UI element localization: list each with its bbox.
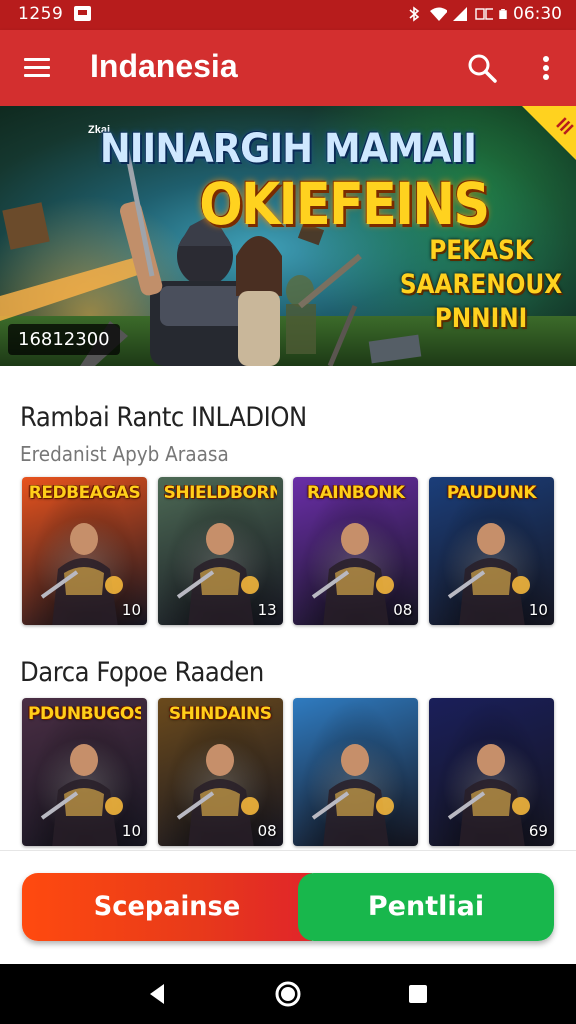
game-logo: PAUDUNK [446,485,537,502]
left-cta-label: Scepainse [93,891,241,922]
more-vert-icon[interactable] [536,52,556,84]
status-clock: 06:30 [513,4,562,24]
game-badge: 13 [257,601,277,619]
section-subtitle: Eredanist Apyb Araasa [20,442,229,466]
game-logo: PDUNBUGOS [28,706,141,723]
app-bar: Indanesia [0,30,576,106]
banner-counter: 16812300 [8,324,120,355]
game-badge: 10 [121,601,141,619]
status-time: 1259 [18,4,64,24]
game-card[interactable]: SHIELDBORN 13 [157,477,283,625]
promo-line: PEKASK [429,235,533,266]
recents-icon[interactable] [402,978,434,1010]
bottom-divider [0,850,576,851]
game-grid-2: PDUNBUGOS 10 SHINDAINS 08 69 [22,698,554,846]
section-title: Rambai Rantc INLADION [20,402,307,433]
game-grid-1: REDBEAGAS 10 SHIELDBORN 13 RAINBONK 08 PAUDUNK… [22,477,554,625]
game-logo: REDBEAGAS [28,485,141,502]
promo-line: PNNINI [434,303,528,334]
game-card[interactable]: REDBEAGAS 10 [22,477,147,625]
notification-icon [74,6,91,21]
status-icons: 06:30 [406,4,562,24]
cta-button-group: Scepainse Pentliai [22,873,554,941]
game-logo: SHIELDBORN [163,485,277,502]
promo-line: SAARENOUX [399,269,563,300]
status-bar: 1259 06:30 [0,0,576,30]
game-card[interactable]: PAUDUNK 10 [428,477,554,625]
home-icon[interactable] [272,978,304,1010]
game-badge: 08 [393,601,413,619]
left-cta-button[interactable]: Scepainse [22,873,312,941]
system-nav-bar [0,964,576,1024]
game-badge: 08 [257,822,277,840]
wifi-icon [430,7,447,21]
back-icon[interactable] [142,978,174,1010]
search-icon[interactable] [466,52,498,84]
app-title: Indanesia [90,48,238,84]
game-logo: SHINDAINS [168,706,272,723]
banner-subheadline: OKIEFEINS [199,170,490,238]
menu-icon[interactable] [24,56,52,80]
hero-figure [312,744,395,846]
banner-promo: PEKASK SAARENOUX PNNINI [399,234,562,336]
signal-icon [453,7,467,21]
game-card[interactable] [293,698,419,846]
game-badge: 69 [528,822,548,840]
right-cta-label: Pentliai [367,891,485,922]
game-card[interactable]: SHINDAINS 08 [157,698,283,846]
game-card[interactable]: RAINBONK 08 [293,477,419,625]
game-card[interactable]: PDUNBUGOS 10 [22,698,147,846]
data-icon [475,8,493,20]
bluetooth-icon [409,6,420,22]
game-logo: RAINBONK [307,485,405,502]
right-cta-button[interactable]: Pentliai [298,873,554,941]
game-card-artwork [293,698,419,846]
hero-banner[interactable]: Zkai NIINARGIH MAMAII OKIEFEINS PEKASK S… [0,106,576,366]
battery-icon [499,9,507,19]
game-badge: 10 [528,601,548,619]
game-card[interactable]: 69 [428,698,554,846]
game-badge: 10 [121,822,141,840]
banner-headline: NIINARGIH MAMAII [99,126,477,172]
section-title: Darca Fopoe Raaden [20,657,264,688]
